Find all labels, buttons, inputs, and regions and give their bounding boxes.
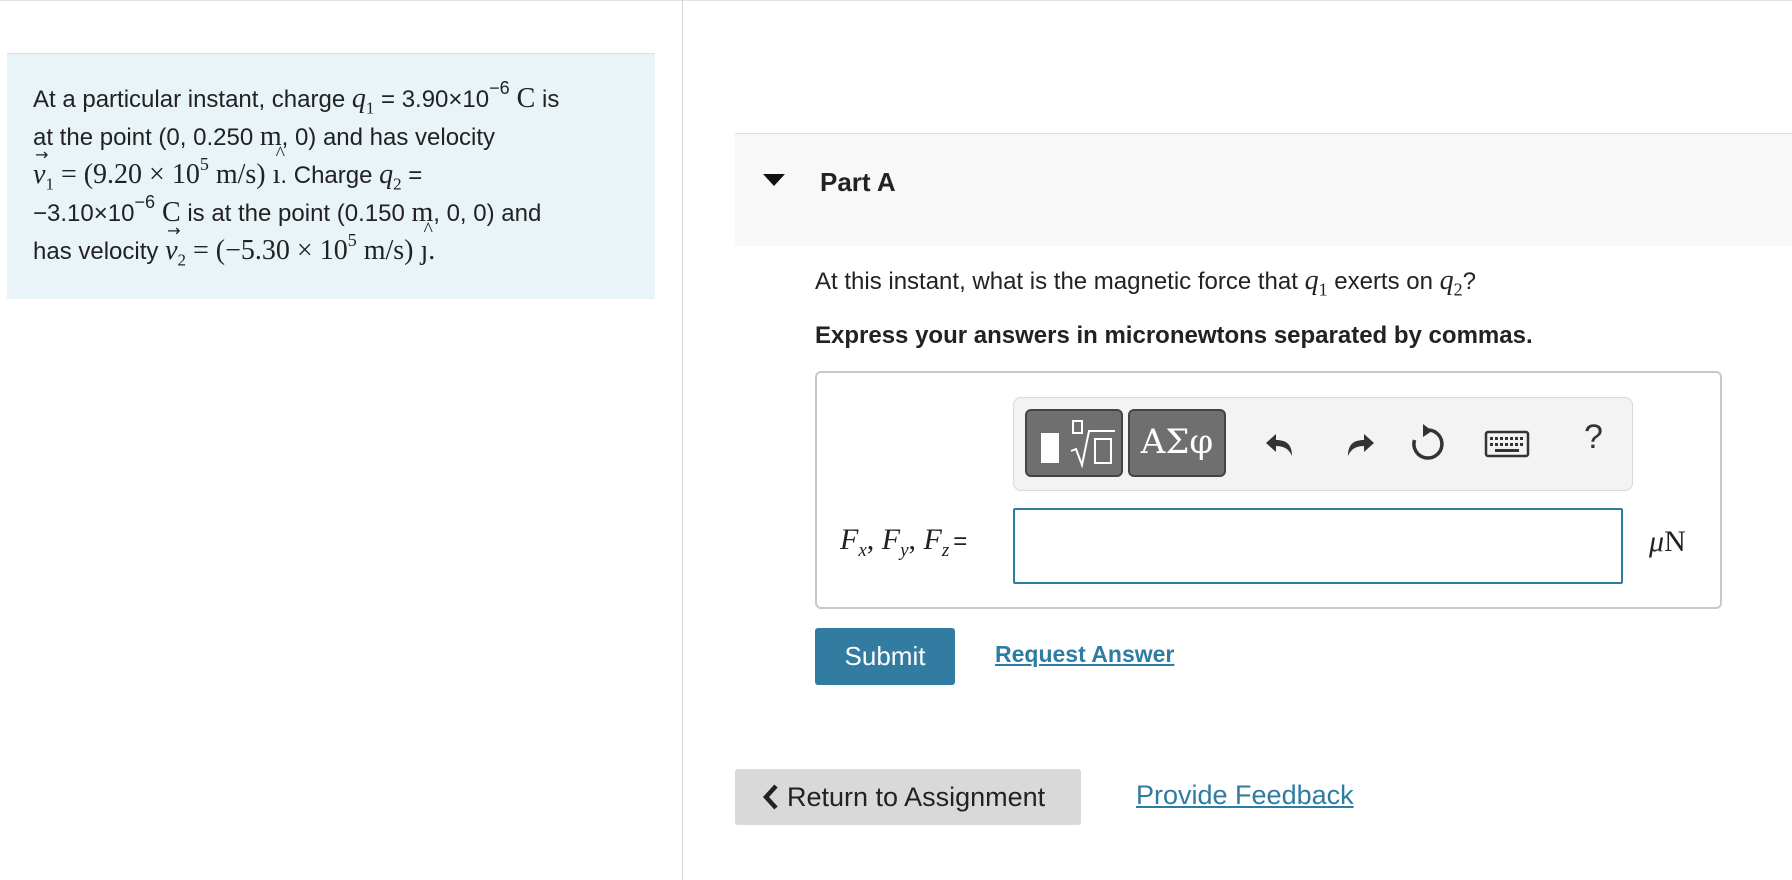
submit-button[interactable]: Submit <box>815 628 955 685</box>
collapse-caret-icon[interactable] <box>763 174 785 186</box>
answer-box: ΑΣφ ? Fx, Fy, Fz = μN <box>815 371 1722 609</box>
column-divider <box>682 0 683 880</box>
answer-input[interactable] <box>1013 508 1623 584</box>
q1-symbol: q1 <box>351 83 375 118</box>
question-text: At this instant, what is the magnetic fo… <box>815 265 1476 300</box>
part-a-header[interactable]: Part A <box>735 133 1792 246</box>
math-toolbar: ΑΣφ ? <box>1013 397 1633 491</box>
answer-instruction: Express your answers in micronewtons sep… <box>815 322 1533 349</box>
problem-statement: At a particular instant, charge q1 = 3.9… <box>7 53 655 299</box>
problem-line-5: has velocity v2 = (−5.30 × 105 m/s) ȷ. <box>33 212 629 270</box>
chevron-left-icon <box>762 784 778 810</box>
symbols-icon: ΑΣφ <box>1140 422 1214 462</box>
q1-symbol: q1 <box>1304 265 1328 300</box>
template-block-icon <box>1041 433 1059 463</box>
return-to-assignment-button[interactable]: Return to Assignment <box>735 769 1081 825</box>
problem-line-3: v1 = (9.20 × 105 m/s) ı. Charge q2 = <box>33 136 629 194</box>
redo-icon[interactable] <box>1336 422 1380 466</box>
provide-feedback-link[interactable]: Provide Feedback <box>1136 780 1354 811</box>
unit-label: μN <box>1649 525 1686 558</box>
help-icon[interactable]: ? <box>1584 418 1603 457</box>
templates-button[interactable] <box>1025 409 1123 477</box>
j-hat-unit-vector: ȷ <box>420 212 432 269</box>
variable-label: Fx, Fy, Fz = <box>840 523 968 561</box>
v1-vector: v1 <box>33 136 54 193</box>
i-hat-unit-vector: ı <box>273 136 285 193</box>
reset-icon[interactable] <box>1406 422 1450 466</box>
request-answer-link[interactable]: Request Answer <box>995 641 1174 668</box>
problem-line-1: At a particular instant, charge q1 = 3.9… <box>33 78 560 118</box>
q2-symbol: q2 <box>379 159 402 194</box>
top-border <box>0 0 1792 1</box>
v2-vector: v2 <box>165 212 186 269</box>
problem-line-4: −3.10×10−6 C is at the point (0.150 m, 0… <box>33 192 542 228</box>
sqrt-template-icon <box>1070 420 1115 469</box>
symbols-button[interactable]: ΑΣφ <box>1128 409 1226 477</box>
keyboard-icon[interactable] <box>1480 422 1536 466</box>
q2-symbol: q2 <box>1439 265 1463 300</box>
part-title: Part A <box>820 167 896 197</box>
problem-line-2: at the point (0, 0.250 m, 0) and has vel… <box>33 121 496 152</box>
undo-icon[interactable] <box>1262 422 1306 466</box>
